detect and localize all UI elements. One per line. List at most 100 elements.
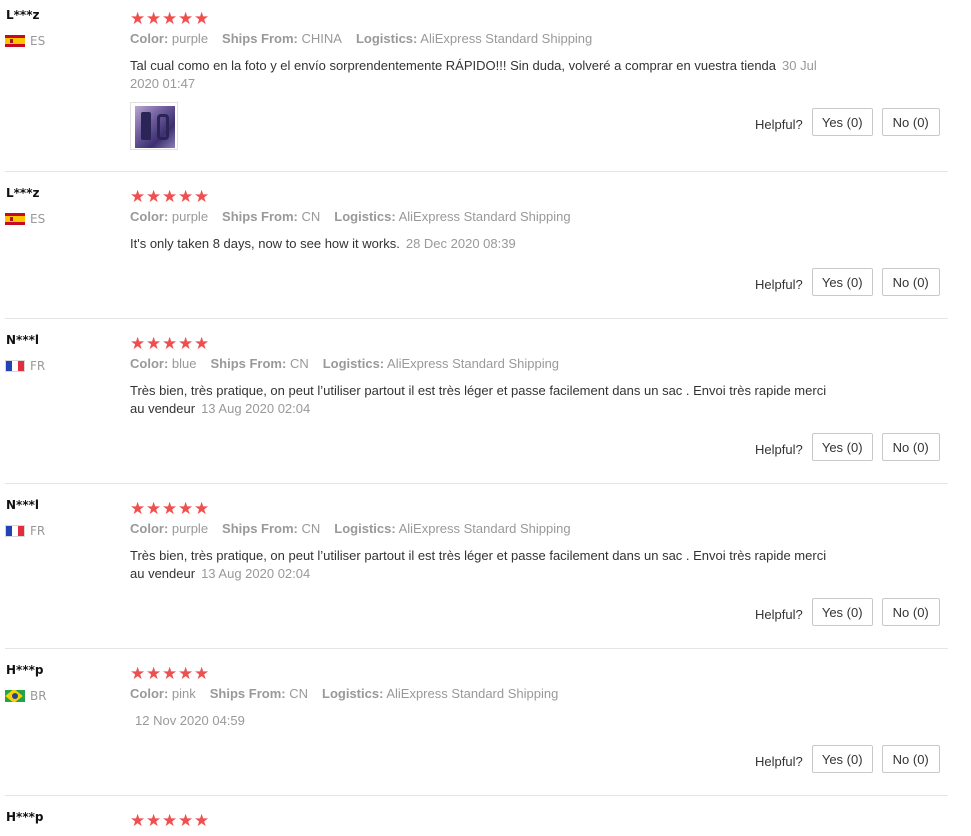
helpful-label: Helpful? xyxy=(755,606,803,622)
ships-from-label: Ships From: xyxy=(222,209,298,224)
ships-from-value: CN xyxy=(301,209,321,224)
ships-from-label: Ships From: xyxy=(210,356,287,371)
helpful-yes-button[interactable]: Yes (0) xyxy=(811,108,873,136)
star-rating: ★★★★★ xyxy=(130,187,211,207)
review-item: N***l FR ★★★★★ Color: blue Ships From: CN Log… xyxy=(0,325,950,495)
reviewer-name: N***l xyxy=(6,498,39,512)
logistics: Logistics: AliExpress Standard Shipping xyxy=(334,209,570,224)
sku-color: Color: pink xyxy=(130,686,196,701)
sku-color: Color: purple xyxy=(130,31,208,46)
reviewer-name: H***p xyxy=(6,663,44,677)
sku-color-value: blue xyxy=(171,356,197,371)
review-photo-thumbnail[interactable] xyxy=(130,102,178,150)
star-rating: ★★★★★ xyxy=(130,334,211,354)
ships-from-value: CN xyxy=(289,686,309,701)
helpful-label: Helpful? xyxy=(755,753,803,769)
helpful-no-button[interactable]: No (0) xyxy=(881,745,940,773)
helpful-vote: Helpful? Yes (0) No (0) xyxy=(755,598,940,626)
star-rating: ★★★★★ xyxy=(130,811,210,831)
helpful-yes-button[interactable]: Yes (0) xyxy=(811,268,873,296)
star-rating: ★★★★★ xyxy=(130,499,211,519)
sku-color-label: Color: xyxy=(130,31,169,46)
helpful-yes-button[interactable]: Yes (0) xyxy=(811,433,873,461)
helpful-vote: Helpful? Yes (0) No (0) xyxy=(755,108,940,136)
ships-from: Ships From: CN xyxy=(210,356,308,371)
sku-color-value: purple xyxy=(171,521,209,536)
ships-from-value: CN xyxy=(289,356,309,371)
logistics-value: AliExpress Standard Shipping xyxy=(420,31,593,46)
reviewer-name: H***p xyxy=(6,810,44,824)
helpful-vote: Helpful? Yes (0) No (0) xyxy=(755,268,940,296)
star-icon: ★ xyxy=(162,334,179,354)
review-text: Tal cual como en la foto y el envío sorp… xyxy=(130,58,777,73)
review-content: Très bien, très pratique, on peut l’util… xyxy=(130,382,835,418)
france-flag-icon xyxy=(5,360,25,372)
helpful-yes-button[interactable]: Yes (0) xyxy=(811,745,873,773)
star-icon: ★ xyxy=(146,811,163,831)
star-icon: ★ xyxy=(130,334,147,354)
helpful-no-button[interactable]: No (0) xyxy=(881,433,940,461)
review-text: It's only taken 8 days, now to see how i… xyxy=(130,236,400,251)
review-date: 13 Aug 2020 02:04 xyxy=(201,566,311,581)
star-icon: ★ xyxy=(146,334,163,354)
star-icon: ★ xyxy=(146,499,163,519)
country-code: ES xyxy=(30,212,46,226)
spain-flag-icon xyxy=(5,35,25,47)
sku-color-label: Color: xyxy=(130,356,169,371)
spain-flag-icon xyxy=(5,213,25,225)
star-icon: ★ xyxy=(162,187,179,207)
star-icon: ★ xyxy=(178,9,195,29)
star-icon: ★ xyxy=(194,499,211,519)
reviewer-country: BR xyxy=(5,689,47,703)
ships-from-label: Ships From: xyxy=(222,31,298,46)
star-icon: ★ xyxy=(162,9,179,29)
sku-color-value: pink xyxy=(171,686,196,701)
review-sku-info: Color: pink Ships From: CN Logistics: AliE… xyxy=(130,686,572,701)
star-icon: ★ xyxy=(178,499,195,519)
review-item: N***l FR ★★★★★ Color: purple Ships From: CN L… xyxy=(0,490,950,660)
helpful-no-button[interactable]: No (0) xyxy=(881,268,940,296)
helpful-no-button[interactable]: No (0) xyxy=(881,108,940,136)
logistics-value: AliExpress Standard Shipping xyxy=(398,209,571,224)
ships-from-value: CHINA xyxy=(301,31,342,46)
reviewer-name: N***l xyxy=(6,333,39,347)
star-icon: ★ xyxy=(130,664,147,684)
sku-color: Color: purple xyxy=(130,521,208,536)
helpful-yes-button[interactable]: Yes (0) xyxy=(811,598,873,626)
review-sku-info: Color: purple Ships From: CHINA Logistics:… xyxy=(130,31,606,46)
review-date: 28 Dec 2020 08:39 xyxy=(405,236,516,251)
star-icon: ★ xyxy=(194,664,211,684)
france-flag-icon xyxy=(5,525,25,537)
ships-from: Ships From: CN xyxy=(222,521,320,536)
star-icon: ★ xyxy=(178,811,195,831)
sku-color-label: Color: xyxy=(130,209,169,224)
country-code: FR xyxy=(30,524,46,538)
star-icon: ★ xyxy=(146,9,163,29)
helpful-no-button[interactable]: No (0) xyxy=(881,598,940,626)
reviewer-country: FR xyxy=(5,359,45,373)
helpful-label: Helpful? xyxy=(755,116,803,132)
star-icon: ★ xyxy=(194,187,211,207)
star-icon: ★ xyxy=(162,499,179,519)
ships-from-label: Ships From: xyxy=(222,521,298,536)
review-date: 13 Aug 2020 02:04 xyxy=(201,401,311,416)
review-item: H***p BR ★★★★★ Color: pink Ships From: CN Log… xyxy=(0,655,950,825)
review-item: H***p ★★★★★ xyxy=(0,802,950,836)
logistics-label: Logistics: xyxy=(322,356,385,371)
review-item: L***z ES ★★★★★ Color: purple Ships From: CHI… xyxy=(0,0,950,170)
star-icon: ★ xyxy=(130,187,147,207)
ships-from: Ships From: CN xyxy=(210,686,308,701)
review-photo-image xyxy=(135,106,175,148)
logistics-label: Logistics: xyxy=(355,31,418,46)
star-icon: ★ xyxy=(194,334,211,354)
star-icon: ★ xyxy=(130,499,147,519)
star-icon: ★ xyxy=(130,9,147,29)
reviewer-country: ES xyxy=(5,212,45,226)
review-date: 12 Nov 2020 04:59 xyxy=(135,713,245,728)
sku-color: Color: blue xyxy=(130,356,196,371)
sku-color-value: purple xyxy=(171,209,209,224)
helpful-vote: Helpful? Yes (0) No (0) xyxy=(755,745,940,773)
star-icon: ★ xyxy=(178,187,195,207)
ships-from: Ships From: CN xyxy=(222,209,320,224)
review-divider xyxy=(5,171,948,172)
